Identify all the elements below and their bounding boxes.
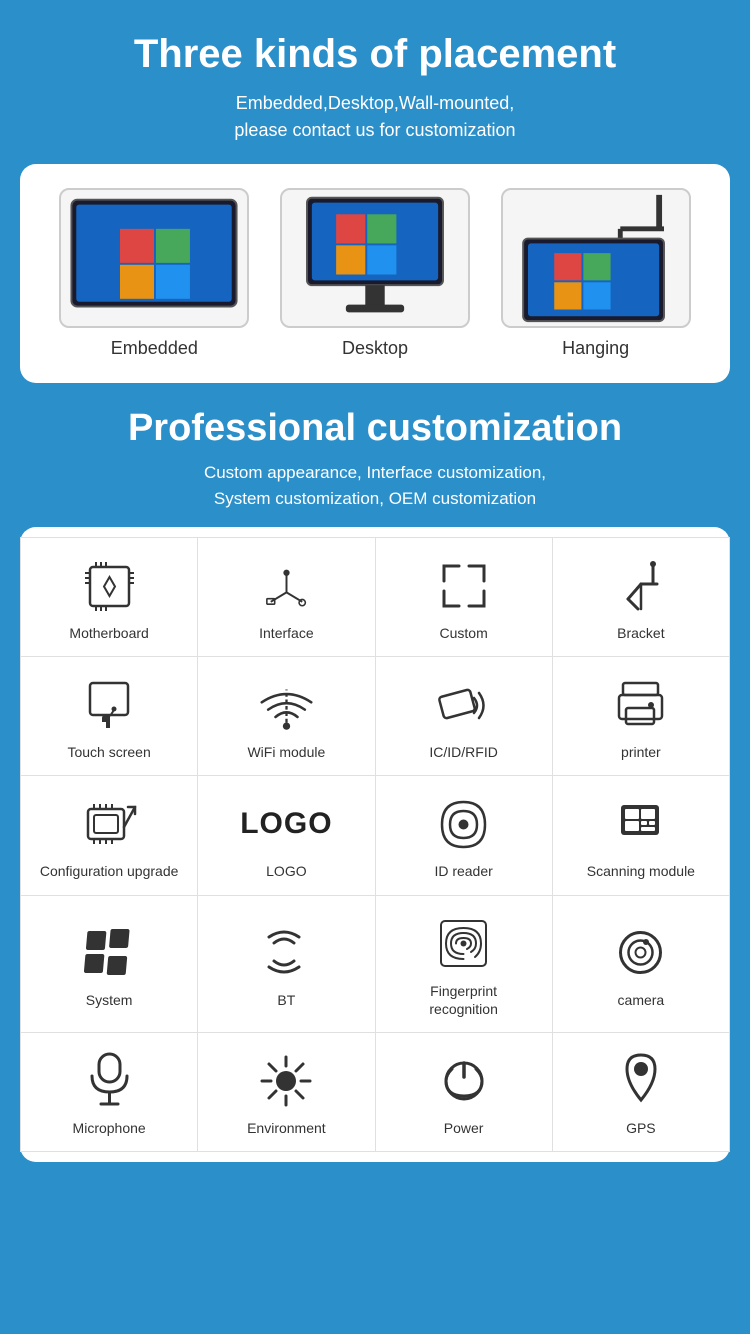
- environment-label: Environment: [247, 1119, 326, 1137]
- bracket-icon: [613, 556, 668, 616]
- environment-icon: [257, 1051, 315, 1111]
- camera-icon: [613, 923, 668, 983]
- hanging-image: [501, 188, 691, 328]
- idreader-label: ID reader: [434, 862, 492, 880]
- gps-label: GPS: [626, 1119, 656, 1137]
- power-label: Power: [444, 1119, 484, 1137]
- cell-logo: LOGO LOGO: [198, 776, 375, 895]
- printer-icon: [613, 675, 668, 735]
- system-icon: [82, 923, 137, 983]
- hanging-label: Hanging: [562, 338, 629, 359]
- desktop-image: [280, 188, 470, 328]
- table-row: Microphone: [21, 1032, 730, 1151]
- logo-label: LOGO: [266, 862, 306, 880]
- motherboard-label: Motherboard: [69, 624, 148, 642]
- customization-title: Professional customization: [40, 407, 710, 450]
- cell-motherboard: Motherboard: [21, 538, 198, 657]
- microphone-icon: [87, 1051, 132, 1111]
- cell-microphone: Microphone: [21, 1032, 198, 1151]
- placement-title: Three kinds of placement: [40, 30, 710, 78]
- placement-item-embedded: Embedded: [59, 188, 249, 359]
- gps-icon: [617, 1051, 665, 1111]
- scanning-label: Scanning module: [587, 862, 695, 880]
- wifi-icon: [259, 675, 314, 735]
- embedded-image: [59, 188, 249, 328]
- microphone-label: Microphone: [73, 1119, 146, 1137]
- fingerprint-label: Fingerprintrecognition: [429, 982, 498, 1018]
- cell-system: System: [21, 895, 198, 1032]
- cell-gps: GPS: [552, 1032, 729, 1151]
- logo-icon: LOGO: [240, 794, 332, 854]
- cell-bt: BT: [198, 895, 375, 1032]
- desktop-label: Desktop: [342, 338, 408, 359]
- cell-environment: Environment: [198, 1032, 375, 1151]
- custom-icon: [439, 556, 489, 616]
- cell-bracket: Bracket: [552, 538, 729, 657]
- customization-subtitle: Custom appearance, Interface customizati…: [40, 460, 710, 511]
- embedded-label: Embedded: [111, 338, 198, 359]
- idreader-icon: [436, 794, 491, 854]
- interface-label: Interface: [259, 624, 313, 642]
- placement-grid: Embedded Desktop: [44, 188, 706, 359]
- table-row: Touch screen: [21, 657, 730, 776]
- scanning-icon: [613, 794, 668, 854]
- cell-camera: camera: [552, 895, 729, 1032]
- power-icon: [438, 1051, 490, 1111]
- config-icon: [80, 794, 138, 854]
- cell-wifi: WiFi module: [198, 657, 375, 776]
- cell-printer: printer: [552, 657, 729, 776]
- placement-card: Embedded Desktop: [20, 164, 730, 383]
- system-label: System: [86, 991, 133, 1009]
- customization-card: Motherboard: [20, 527, 730, 1162]
- cell-power: Power: [375, 1032, 552, 1151]
- cell-custom: Custom: [375, 538, 552, 657]
- motherboard-icon: [82, 556, 137, 616]
- mid-section: Professional customization Custom appear…: [0, 383, 750, 527]
- table-row: Configuration upgrade LOGO LOGO: [21, 776, 730, 895]
- touchscreen-label: Touch screen: [67, 743, 150, 761]
- rfid-label: IC/ID/RFID: [429, 743, 497, 761]
- fingerprint-icon: [436, 914, 491, 974]
- printer-label: printer: [621, 743, 661, 761]
- rfid-icon: [436, 675, 491, 735]
- top-section: Three kinds of placement Embedded,Deskto…: [0, 0, 750, 164]
- cell-rfid: IC/ID/RFID: [375, 657, 552, 776]
- bracket-label: Bracket: [617, 624, 664, 642]
- bt-icon: [266, 923, 306, 983]
- bt-label: BT: [277, 991, 295, 1009]
- table-row: System: [21, 895, 730, 1032]
- logo-text: LOGO: [240, 807, 332, 841]
- wifi-label: WiFi module: [247, 743, 325, 761]
- cell-scanning: Scanning module: [552, 776, 729, 895]
- config-label: Configuration upgrade: [40, 862, 179, 880]
- placement-item-desktop: Desktop: [280, 188, 470, 359]
- cell-idreader: ID reader: [375, 776, 552, 895]
- cell-config: Configuration upgrade: [21, 776, 198, 895]
- camera-label: camera: [618, 991, 665, 1009]
- placement-subtitle: Embedded,Desktop,Wall-mounted,please con…: [40, 90, 710, 144]
- interface-icon: [259, 556, 314, 616]
- cell-touchscreen: Touch screen: [21, 657, 198, 776]
- features-grid: Motherboard: [20, 537, 730, 1152]
- touchscreen-icon: [82, 675, 137, 735]
- placement-item-hanging: Hanging: [501, 188, 691, 359]
- cell-fingerprint: Fingerprintrecognition: [375, 895, 552, 1032]
- table-row: Motherboard: [21, 538, 730, 657]
- cell-interface: Interface: [198, 538, 375, 657]
- custom-label: Custom: [440, 624, 488, 642]
